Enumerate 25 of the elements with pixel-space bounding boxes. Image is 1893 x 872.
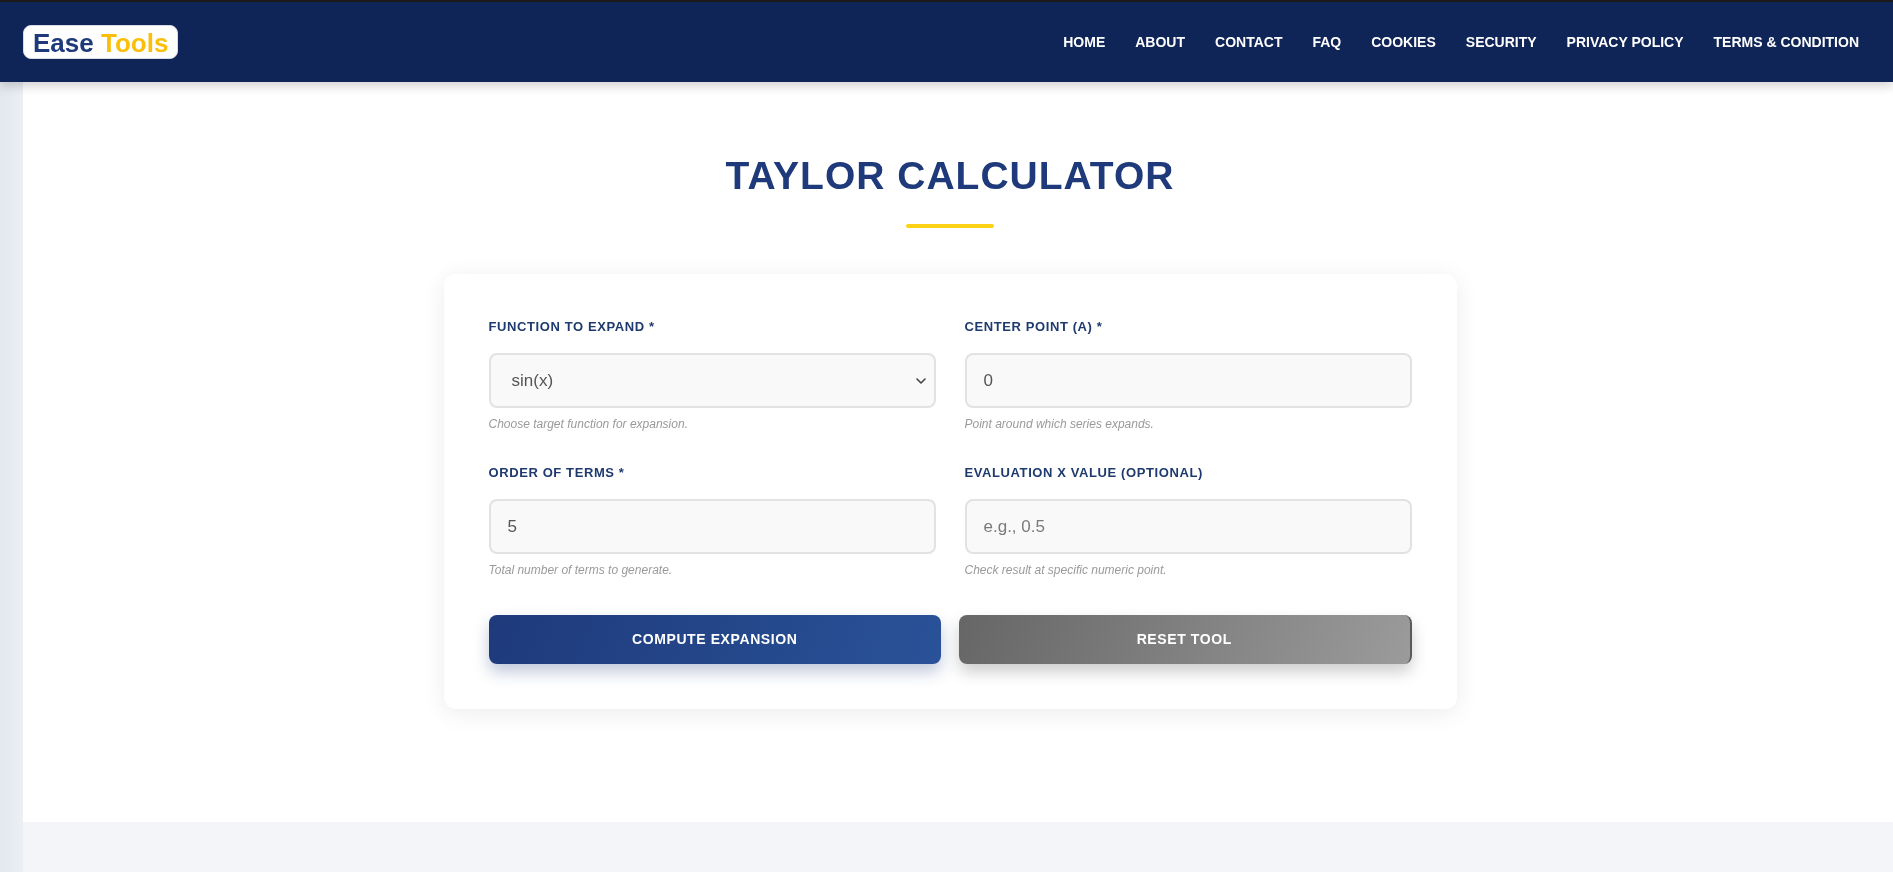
field-label: EVALUATION X VALUE (OPTIONAL) [964,465,1204,481]
field-hint: Choose target function for expansion. [488,416,689,432]
nav-link[interactable]: SECURITY [1465,31,1537,53]
field-label: FUNCTION TO EXPAND * [488,319,656,335]
compute-button[interactable]: COMPUTE EXPANSION [488,615,941,664]
field-hint: Point around which series expands. [964,416,1155,432]
nav-link[interactable]: COOKIES [1371,31,1436,53]
logo-link[interactable]: Ease Tools [23,25,179,59]
field-label: ORDER OF TERMS * [488,465,626,481]
input-field[interactable]: 0 [964,353,1412,408]
select-field[interactable]: sin(x) [488,353,936,408]
reset-button[interactable]: RESET TOOL [959,615,1412,664]
nav-link[interactable]: TERMS & CONDITION [1713,31,1859,53]
chevron-down-icon [915,377,926,384]
page-title: TAYLOR CALCULATOR [725,153,1175,199]
nav-link[interactable]: FAQ [1312,31,1342,53]
field-hint: Check result at specific numeric point. [964,562,1168,578]
field-label: CENTER POINT (A) * [964,319,1104,335]
input-field[interactable]: 5 [488,499,936,554]
nav-link[interactable]: HOME [1063,31,1106,53]
field-hint: Total number of terms to generate. [488,562,674,578]
input-field[interactable]: e.g., 0.5 [964,499,1412,554]
nav-link[interactable]: CONTACT [1215,31,1283,53]
nav-link[interactable]: PRIVACY POLICY [1566,31,1684,53]
nav-link[interactable]: ABOUT [1135,31,1186,53]
